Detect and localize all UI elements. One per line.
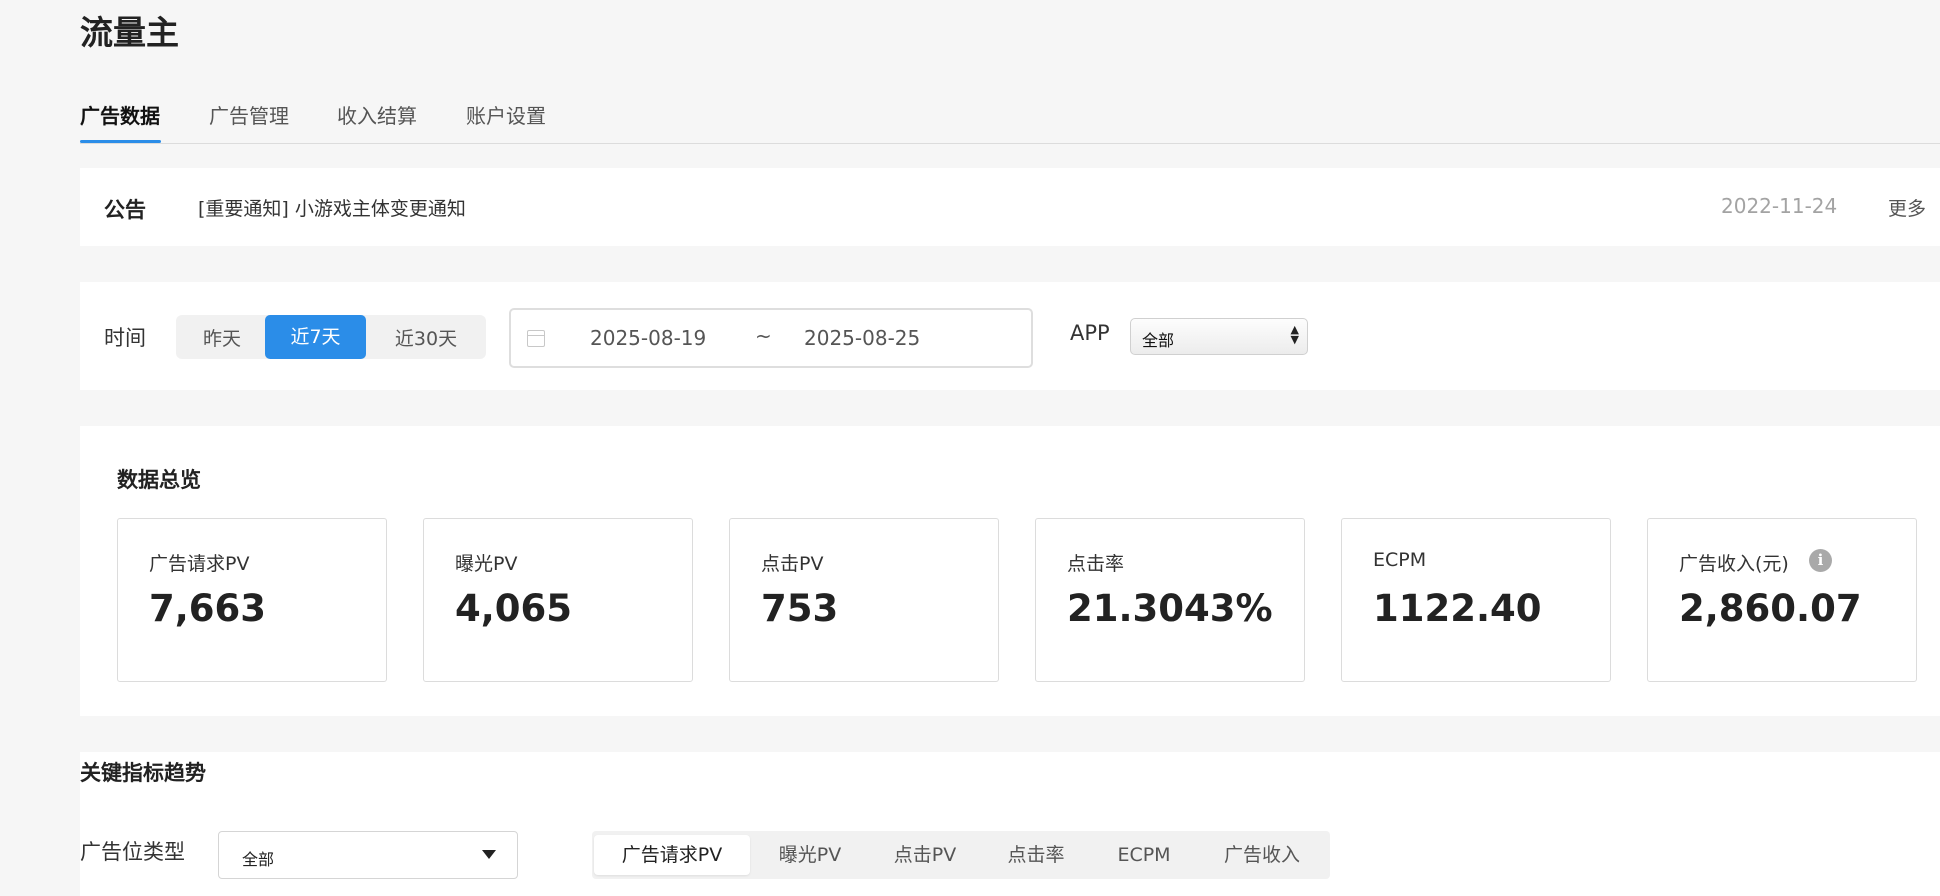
overview-panel: 数据总览 广告请求PV 7,663 曝光PV 4,065 点击PV 753 点击… [80, 426, 1940, 716]
info-icon[interactable]: i [1809, 549, 1832, 572]
notice-panel: 公告 [重要通知] 小游戏主体变更通知 2022-11-24 更多 [80, 168, 1940, 246]
stat-label: 点击率 [1067, 553, 1125, 575]
date-separator: ~ [755, 324, 772, 348]
main-tabs: 广告数据 广告管理 收入结算 账户设置 [80, 96, 1940, 144]
stat-card-ctr: 点击率 21.3043% [1035, 518, 1305, 682]
date-range-picker[interactable]: 2025-08-19 ~ 2025-08-25 [509, 308, 1033, 368]
notice-title: 公告 [104, 198, 146, 222]
metric-tab-click-pv[interactable]: 点击PV [870, 835, 980, 875]
time-label: 时间 [104, 326, 146, 350]
metric-tab-ecpm[interactable]: ECPM [1092, 835, 1196, 875]
metric-tab-ad-revenue[interactable]: 广告收入 [1200, 835, 1324, 875]
stat-card-ad-revenue: 广告收入(元) i 2,860.07 [1647, 518, 1917, 682]
stat-label: 广告收入(元) [1679, 553, 1789, 575]
caret-down-icon [482, 850, 496, 859]
calendar-icon [527, 330, 545, 347]
stat-value: 21.3043% [1067, 587, 1273, 630]
range-30days-button[interactable]: 近30天 [371, 319, 481, 359]
stat-value: 4,065 [455, 587, 573, 630]
active-tab-indicator [80, 140, 161, 143]
stat-card-exposure-pv: 曝光PV 4,065 [423, 518, 693, 682]
stat-label: 点击PV [761, 553, 824, 575]
stat-card-request-pv: 广告请求PV 7,663 [117, 518, 387, 682]
tab-ad-management[interactable]: 广告管理 [209, 100, 289, 129]
range-7days-button[interactable]: 近7天 [265, 315, 366, 359]
notice-link[interactable]: [重要通知] 小游戏主体变更通知 [198, 194, 466, 221]
metric-tab-ctr[interactable]: 点击率 [984, 835, 1088, 875]
metric-tab-exposure-pv[interactable]: 曝光PV [754, 835, 866, 875]
stat-card-ecpm: ECPM 1122.40 [1341, 518, 1611, 682]
stat-value: 753 [761, 587, 839, 630]
stat-value: 7,663 [149, 587, 267, 630]
trend-title: 关键指标趋势 [80, 761, 206, 785]
stat-value: 1122.40 [1373, 587, 1542, 630]
notice-date: 2022-11-24 [1721, 194, 1838, 218]
stat-card-click-pv: 点击PV 753 [729, 518, 999, 682]
tab-account-settings[interactable]: 账户设置 [466, 100, 546, 129]
stat-label: 广告请求PV [149, 553, 250, 575]
select-updown-icon: ▲ ▼ [1290, 323, 1299, 346]
ad-type-select-value: 全部 [242, 850, 275, 869]
ad-type-select[interactable]: 全部 [218, 831, 518, 879]
overview-title: 数据总览 [117, 468, 201, 492]
app-select[interactable]: 全部 ▲ ▼ [1130, 318, 1308, 355]
stat-label: ECPM [1373, 549, 1427, 571]
notice-more-link[interactable]: 更多 [1888, 194, 1926, 221]
metric-tab-request-pv[interactable]: 广告请求PV [594, 835, 750, 875]
page-title: 流量主 [80, 13, 179, 52]
stat-label: 曝光PV [455, 553, 518, 575]
tab-revenue-settlement[interactable]: 收入结算 [337, 100, 417, 129]
ad-type-label: 广告位类型 [80, 840, 185, 864]
date-end: 2025-08-25 [804, 326, 921, 350]
metric-tabs: 广告请求PV 曝光PV 点击PV 点击率 ECPM 广告收入 [592, 831, 1330, 879]
date-start: 2025-08-19 [590, 326, 707, 350]
app-select-value: 全部 [1142, 331, 1175, 350]
range-yesterday-button[interactable]: 昨天 [180, 319, 264, 359]
stat-value: 2,860.07 [1679, 587, 1862, 630]
app-label: APP [1070, 321, 1110, 345]
filter-panel: 时间 昨天 近7天 近30天 2025-08-19 ~ 2025-08-25 A… [80, 282, 1940, 390]
time-range-segment: 昨天 近7天 近30天 [176, 315, 486, 359]
tab-ad-data[interactable]: 广告数据 [80, 100, 160, 129]
